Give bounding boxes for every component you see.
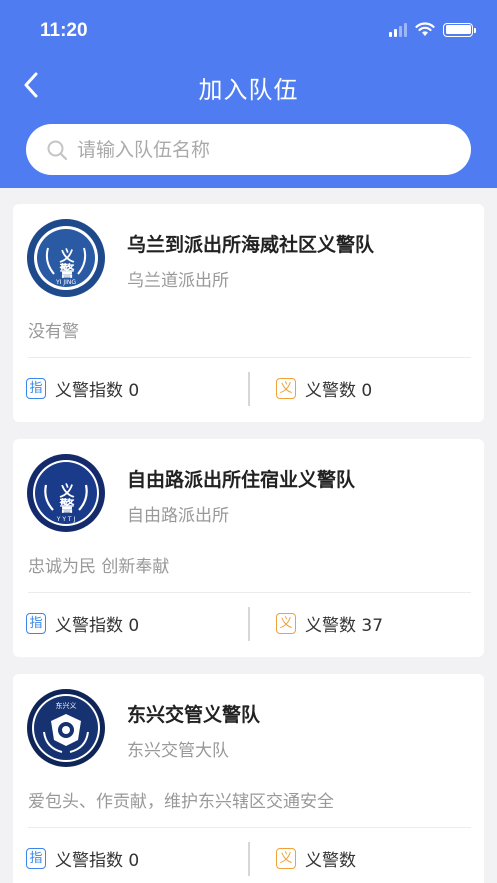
search-input[interactable] <box>77 138 437 161</box>
cellular-signal-icon <box>389 22 407 37</box>
volunteer-count-stat: 义 义警数 37 <box>276 611 383 636</box>
volunteer-count-label: 义警数 <box>305 851 356 871</box>
volunteer-icon: 义 <box>276 613 296 634</box>
badge-subtext: Y Y T J <box>56 516 76 523</box>
team-slogan: 爱包头、作贡献，维护东兴辖区交通安全 <box>28 792 334 812</box>
team-stats: 指 义警指数 0 义 义警数 37 <box>13 607 484 641</box>
team-badge-icon: 东兴义 <box>27 689 105 767</box>
team-name: 东兴交管义警队 <box>127 704 261 726</box>
team-name: 自由路派出所住宿业义警队 <box>127 469 356 491</box>
volunteer-index-label: 义警指数 0 <box>55 851 140 871</box>
team-station: 东兴交管大队 <box>127 741 229 761</box>
volunteer-index-stat: 指 义警指数 0 <box>26 846 139 871</box>
team-badge-icon: 义警 YI JING <box>27 219 105 297</box>
team-card[interactable]: 义警 YI JING 乌兰到派出所海威社区义警队 乌兰道派出所 没有警 指 义警… <box>13 204 484 422</box>
stat-separator <box>248 607 250 641</box>
divider <box>28 827 471 828</box>
volunteer-index-label: 义警指数 0 <box>55 616 140 636</box>
nav-bar: 加入队伍 <box>0 62 497 112</box>
team-station: 自由路派出所 <box>127 506 229 526</box>
team-station: 乌兰道派出所 <box>127 271 229 291</box>
index-icon: 指 <box>26 378 46 399</box>
status-icons <box>389 22 476 37</box>
volunteer-count-label: 义警数 0 <box>305 381 373 401</box>
status-time: 11:20 <box>40 20 88 41</box>
volunteer-index-label: 义警指数 0 <box>55 381 140 401</box>
badge-text: 义警 <box>58 247 76 279</box>
volunteer-count-label: 义警数 37 <box>305 616 384 636</box>
volunteer-icon: 义 <box>276 378 296 399</box>
index-icon: 指 <box>26 848 46 869</box>
battery-icon <box>443 22 476 37</box>
badge-text: 东兴义 <box>56 701 77 710</box>
divider <box>28 592 471 593</box>
team-stats: 指 义警指数 0 义 义警数 0 <box>13 372 484 406</box>
stat-separator <box>248 842 250 876</box>
volunteer-index-stat: 指 义警指数 0 <box>26 611 139 636</box>
volunteer-count-stat: 义 义警数 <box>276 846 356 871</box>
badge-text: 义警 <box>58 482 76 514</box>
team-slogan: 没有警 <box>28 322 79 342</box>
header: 11:20 加入队伍 <box>0 0 497 188</box>
volunteer-index-stat: 指 义警指数 0 <box>26 376 139 401</box>
stat-separator <box>248 372 250 406</box>
team-card[interactable]: 东兴义 东兴交管义警队 东兴交管大队 爱包头、作贡献，维护东兴辖区交通安全 指 … <box>13 674 484 883</box>
team-card[interactable]: 义警 Y Y T J 自由路派出所住宿业义警队 自由路派出所 忠诚为民 创新奉献… <box>13 439 484 657</box>
volunteer-icon: 义 <box>276 848 296 869</box>
team-slogan: 忠诚为民 创新奉献 <box>28 557 170 577</box>
team-list: 义警 YI JING 乌兰到派出所海威社区义警队 乌兰道派出所 没有警 指 义警… <box>13 204 484 883</box>
index-icon: 指 <box>26 613 46 634</box>
wifi-icon <box>415 22 435 36</box>
status-bar: 11:20 <box>0 0 497 62</box>
volunteer-count-stat: 义 义警数 0 <box>276 376 372 401</box>
search-box[interactable] <box>26 124 471 175</box>
search-icon <box>47 140 68 160</box>
badge-subtext: YI JING <box>55 279 76 286</box>
team-badge-icon: 义警 Y Y T J <box>27 454 105 532</box>
page-title: 加入队伍 <box>198 76 299 104</box>
team-stats: 指 义警指数 0 义 义警数 <box>13 842 484 876</box>
divider <box>28 357 471 358</box>
team-name: 乌兰到派出所海威社区义警队 <box>127 234 375 256</box>
